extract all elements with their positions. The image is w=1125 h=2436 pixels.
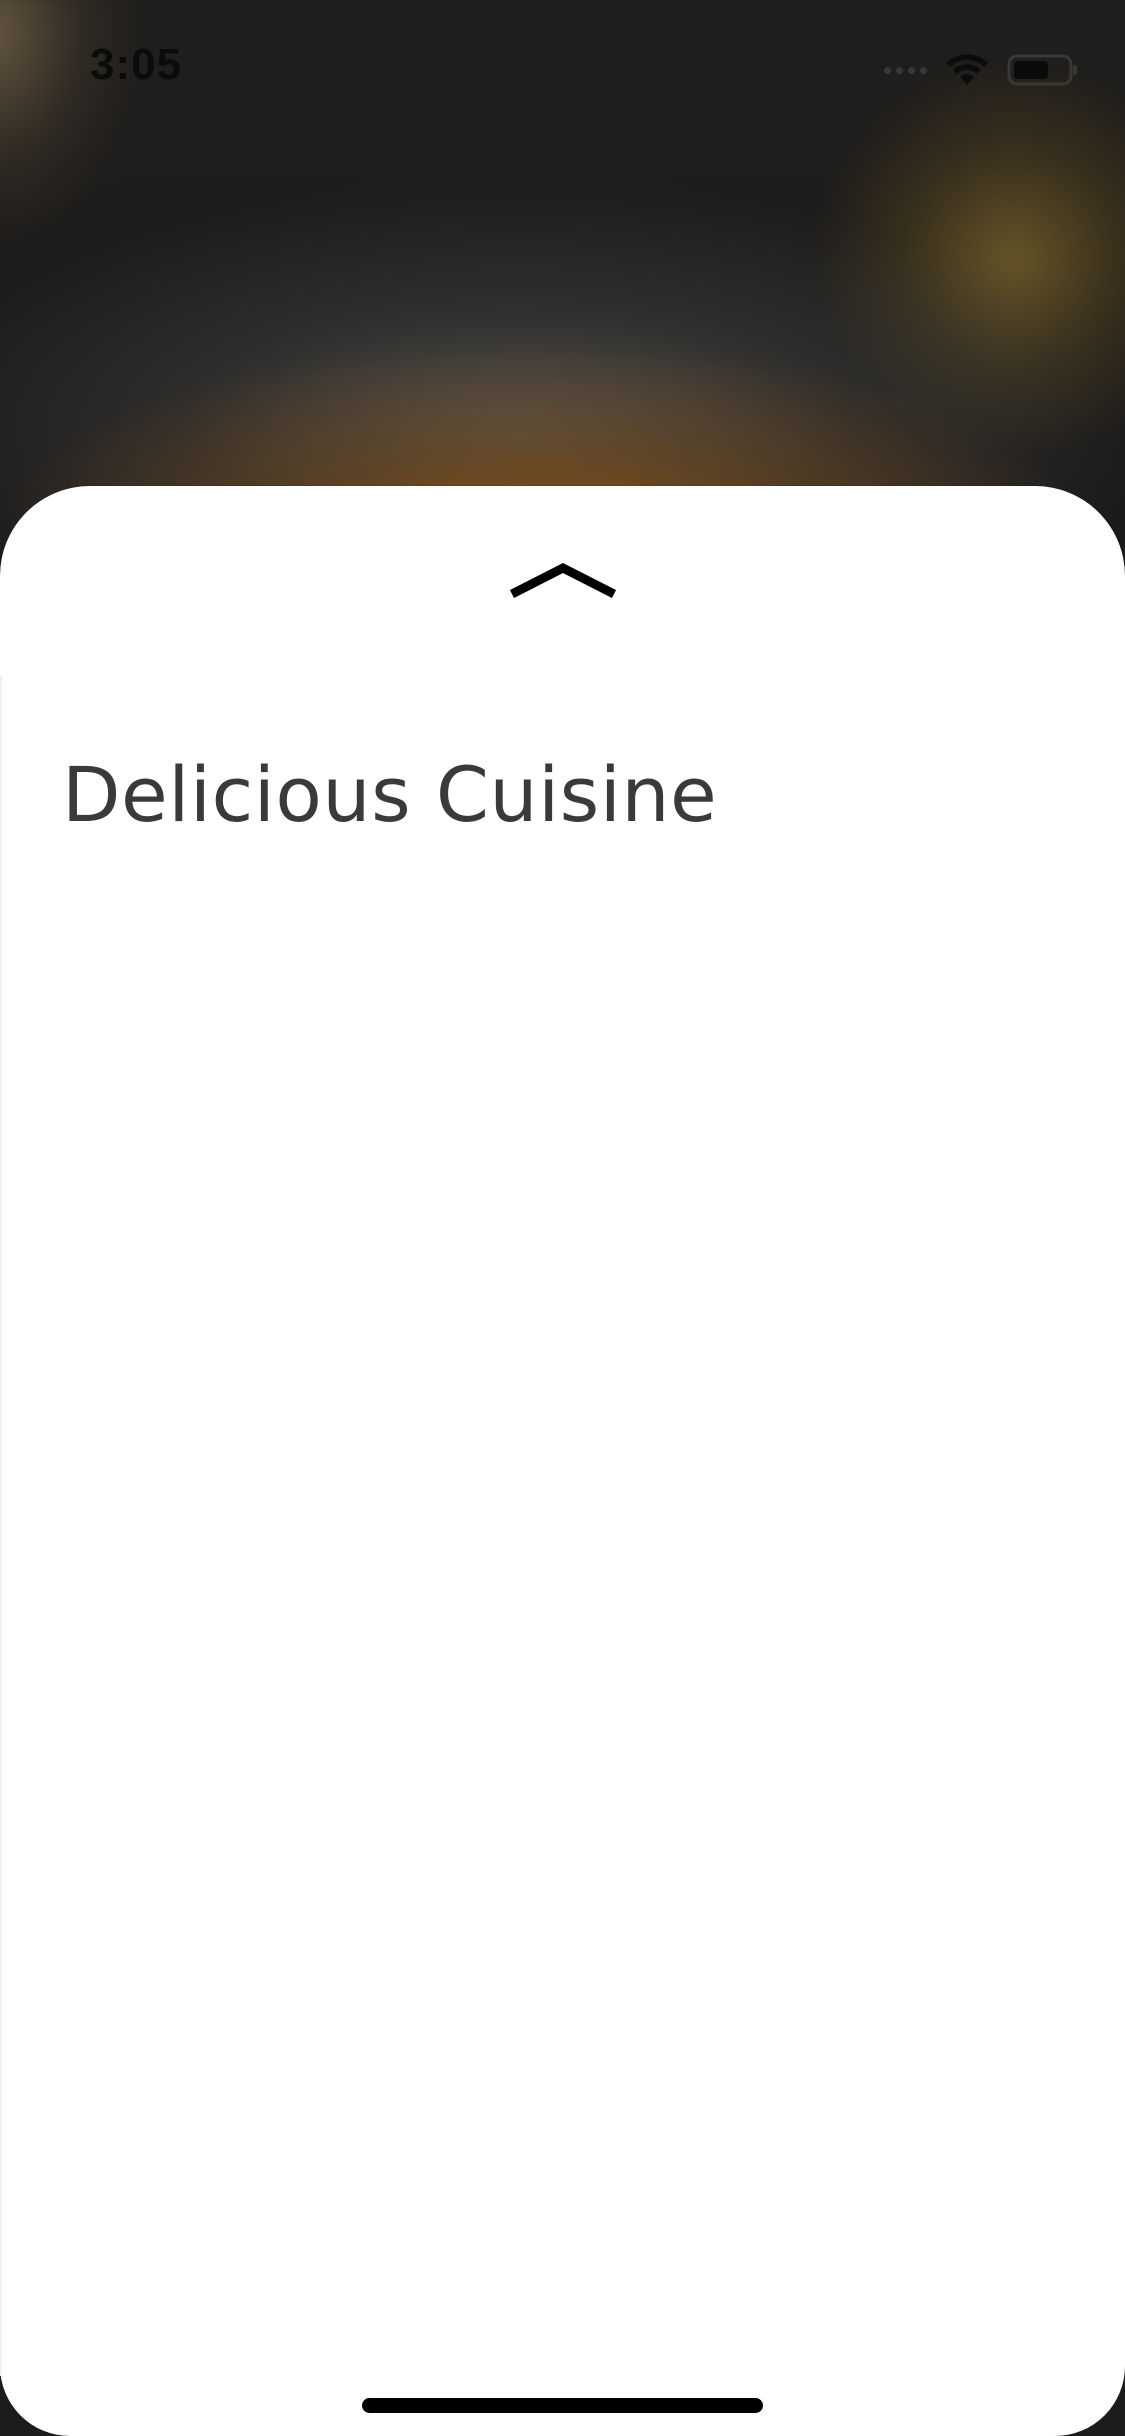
home-indicator[interactable] [362,2398,763,2413]
bottom-sheet[interactable]: Delicious Cuisine [0,486,1125,2436]
wifi-icon [945,53,989,87]
status-indicators [884,50,1079,90]
status-time: 3:05 [90,40,183,89]
chevron-up-icon[interactable] [510,556,616,600]
battery-icon [1007,53,1079,87]
cellular-signal-icon [884,66,927,74]
sheet-border [0,676,1125,2376]
status-bar: 3:05 [0,0,1125,135]
restaurant-title: Delicious Cuisine [62,750,718,839]
app-screen: 3:05 Delicious Cuisine [0,0,1125,2436]
